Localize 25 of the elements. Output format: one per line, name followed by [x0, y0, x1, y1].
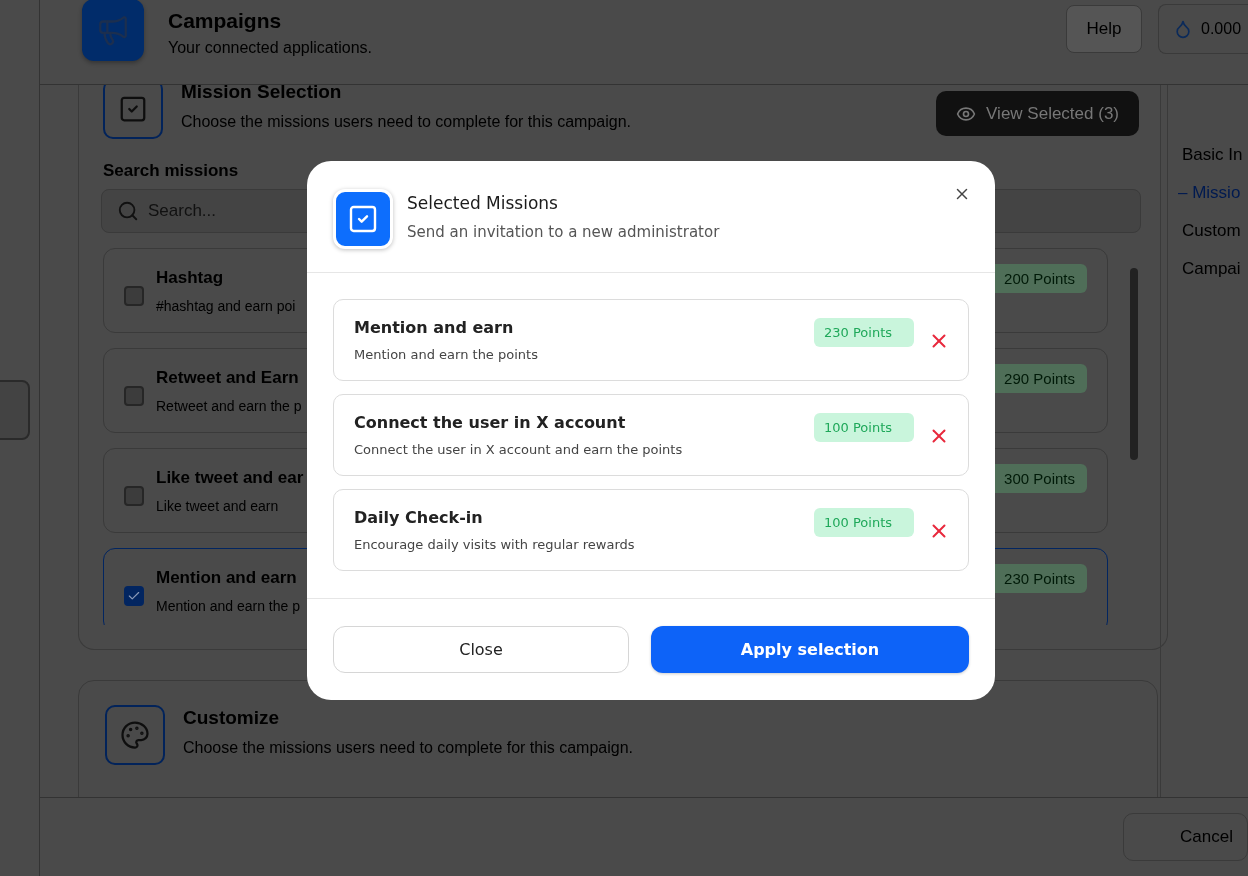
- mission-description: Like tweet and earn: [156, 497, 280, 514]
- mission-description: Retweet and earn the p: [156, 397, 303, 414]
- points-badge: 100 Points: [814, 508, 914, 537]
- section-subtitle: Choose the missions users need to complete for this campaign.: [181, 113, 631, 131]
- mission-description: Mention and earn the points: [354, 347, 538, 362]
- mission-title: Retweet and Earn: [156, 367, 300, 388]
- mission-title: Mention and earn: [156, 567, 298, 588]
- search-label: Search missions: [103, 161, 240, 181]
- mission-title: Like tweet and ear: [156, 467, 305, 488]
- modal-title: Selected Missions: [407, 193, 559, 213]
- mission-title: Mention and earn: [354, 318, 515, 337]
- section-title: Mission Selection: [181, 81, 343, 103]
- points-badge: 230 Points: [814, 318, 914, 347]
- mission-title: Connect the user in X account: [354, 413, 627, 432]
- page-title: Campaigns: [168, 9, 283, 33]
- section-title: Customize: [183, 707, 281, 729]
- points-badge: 100 Points: [814, 413, 914, 442]
- section-subtitle: Choose the missions users need to complete for this campaign.: [183, 739, 633, 757]
- mission-title: Daily Check-in: [354, 508, 484, 527]
- page-subtitle: Your connected applications.: [168, 39, 372, 57]
- modal-subtitle: Send an invitation to a new administrator: [407, 223, 720, 241]
- mission-title: Hashtag: [156, 267, 225, 288]
- mission-description: Mention and earn the p: [156, 597, 301, 614]
- mission-description: Connect the user in X account and earn the points: [354, 442, 683, 457]
- mission-description: #hashtag and earn poi: [156, 297, 297, 314]
